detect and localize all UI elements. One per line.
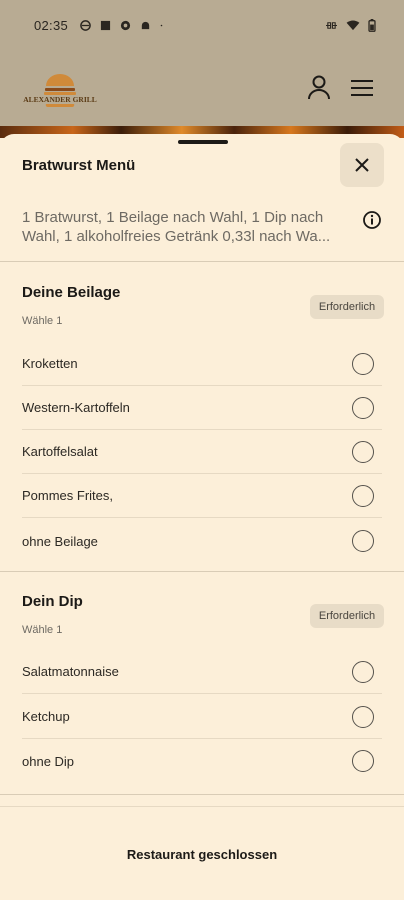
divider (0, 794, 404, 795)
square-app-icon (100, 20, 111, 30)
product-sheet: Bratwurst Menü 1 Bratwurst, 1 Beilage na… (0, 134, 404, 900)
wifi-icon (346, 19, 360, 30)
radio-button[interactable] (352, 661, 374, 683)
product-description: 1 Bratwurst, 1 Beilage nach Wahl, 1 Dip … (22, 209, 331, 245)
dot-icon (160, 24, 163, 26)
drag-handle[interactable] (178, 140, 228, 144)
option-label: Kartoffelsalat (22, 444, 98, 459)
radio-button[interactable] (352, 441, 374, 463)
menu-icon[interactable] (350, 78, 374, 98)
radio-button[interactable] (352, 485, 374, 507)
option-label: Western-Kartoffeln (22, 400, 130, 415)
option-ohne-beilage[interactable]: ohne Beilage (22, 519, 382, 563)
option-pommes-frites[interactable]: Pommes Frites, (22, 474, 382, 518)
radio-button[interactable] (352, 353, 374, 375)
logo[interactable]: ALEXANDER GRILL (22, 68, 98, 110)
group-title-beilage: Deine Beilage (22, 284, 121, 301)
option-western-kartoffeln[interactable]: Western-Kartoffeln (22, 386, 382, 430)
option-label: Salatmatonnaise (22, 664, 119, 679)
close-button[interactable] (340, 143, 384, 187)
circle-app-icon (80, 19, 91, 31)
radio-button[interactable] (352, 530, 374, 552)
group-title-dip: Dein Dip (22, 593, 83, 610)
status-icons-left (80, 19, 166, 31)
required-badge: Erforderlich (310, 604, 384, 628)
group-subtitle-beilage: Wähle 1 (22, 315, 63, 327)
radio-button[interactable] (352, 397, 374, 419)
info-icon[interactable] (362, 210, 382, 230)
option-label: ohne Dip (22, 753, 75, 769)
radio-button[interactable] (352, 706, 374, 728)
sheet-title: Bratwurst Menü (22, 157, 136, 174)
footer-bar: Restaurant geschlossen (0, 806, 404, 900)
divider (0, 571, 404, 572)
user-icon[interactable] (306, 74, 332, 100)
option-label: Pommes Frites, (22, 488, 114, 503)
option-label: ohne Beilage (22, 533, 98, 549)
android-icon (141, 21, 150, 29)
battery-icon (368, 18, 376, 32)
option-ketchup[interactable]: Ketchup (22, 695, 382, 739)
option-ohne-dip[interactable]: ohne Dip (22, 739, 382, 783)
settings-app-icon (120, 20, 131, 30)
restaurant-status: Restaurant geschlossen (126, 847, 278, 862)
option-kroketten[interactable]: Kroketten (22, 342, 382, 386)
logo-text: ALEXANDER GRILL (23, 95, 97, 104)
option-label: Kroketten (22, 356, 78, 371)
close-icon (355, 158, 369, 172)
status-time: 02:35 (34, 17, 69, 33)
radio-button[interactable] (352, 750, 374, 772)
group-subtitle-dip: Wähle 1 (22, 624, 63, 636)
status-bar: 02:35 (0, 0, 404, 50)
option-salatmatonnaise[interactable]: Salatmatonnaise (22, 650, 382, 694)
divider (0, 261, 404, 262)
link-icon (326, 21, 337, 29)
required-badge: Erforderlich (310, 295, 384, 319)
option-kartoffelsalat[interactable]: Kartoffelsalat (22, 430, 382, 474)
status-icons-right (325, 18, 376, 32)
option-label: Ketchup (22, 709, 70, 724)
